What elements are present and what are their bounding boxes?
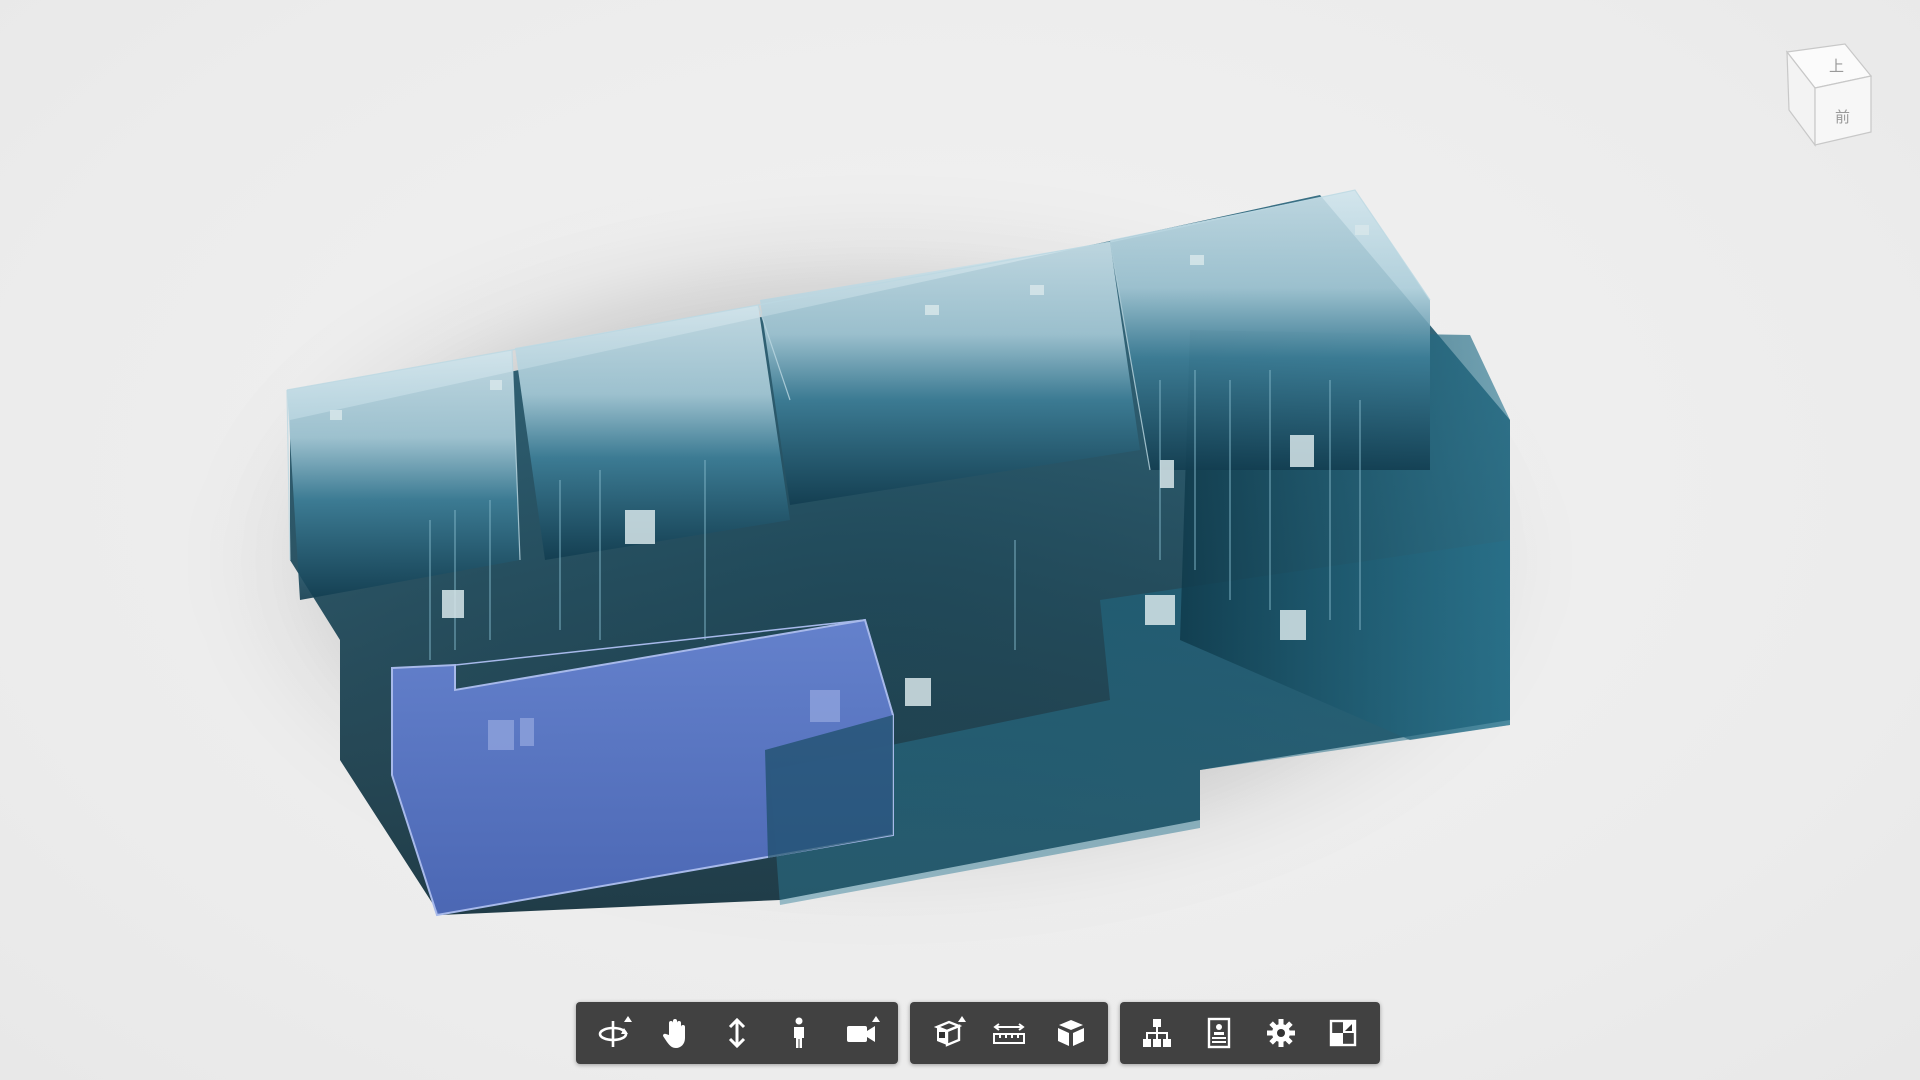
viewer-toolbar — [576, 1002, 1380, 1064]
camera-button[interactable] — [830, 1002, 892, 1064]
building-model-view[interactable] — [0, 0, 1920, 1080]
view-cube[interactable]: 上 前 — [1775, 40, 1875, 150]
properties-icon — [1207, 1017, 1231, 1049]
measure-ruler-icon — [993, 1023, 1025, 1044]
model-tree-icon — [1143, 1019, 1171, 1047]
analysis-tool-group — [910, 1002, 1108, 1064]
zoom-button[interactable] — [706, 1002, 768, 1064]
settings-button[interactable] — [1250, 1002, 1312, 1064]
building-model[interactable] — [286, 189, 1510, 917]
first-person-walk-icon — [794, 1017, 804, 1048]
model-browser-button[interactable] — [1126, 1002, 1188, 1064]
view-cube-front-label: 前 — [1835, 108, 1850, 126]
navigation-tool-group — [576, 1002, 898, 1064]
roof-slab-1 — [287, 350, 520, 600]
pan-hand-icon — [662, 1019, 685, 1048]
camera-submenu-caret — [872, 1016, 880, 1022]
settings-gear-icon — [1267, 1019, 1295, 1047]
orbit-button[interactable] — [582, 1002, 644, 1064]
view-cube-top-label: 上 — [1829, 57, 1844, 75]
properties-button[interactable] — [1188, 1002, 1250, 1064]
pan-button[interactable] — [644, 1002, 706, 1064]
first-person-button[interactable] — [768, 1002, 830, 1064]
explode-button[interactable] — [1040, 1002, 1102, 1064]
3d-viewport[interactable]: 上 前 — [0, 0, 1920, 1080]
section-submenu-caret — [958, 1016, 966, 1022]
panels-tool-group — [1120, 1002, 1380, 1064]
explode-cube-icon — [1058, 1020, 1084, 1046]
fullscreen-button[interactable] — [1312, 1002, 1374, 1064]
zoom-vertical-arrows-icon — [728, 1017, 746, 1049]
measure-button[interactable] — [978, 1002, 1040, 1064]
orbit-submenu-caret — [624, 1016, 632, 1022]
section-button[interactable] — [916, 1002, 978, 1064]
fullscreen-icon — [1329, 1019, 1357, 1047]
